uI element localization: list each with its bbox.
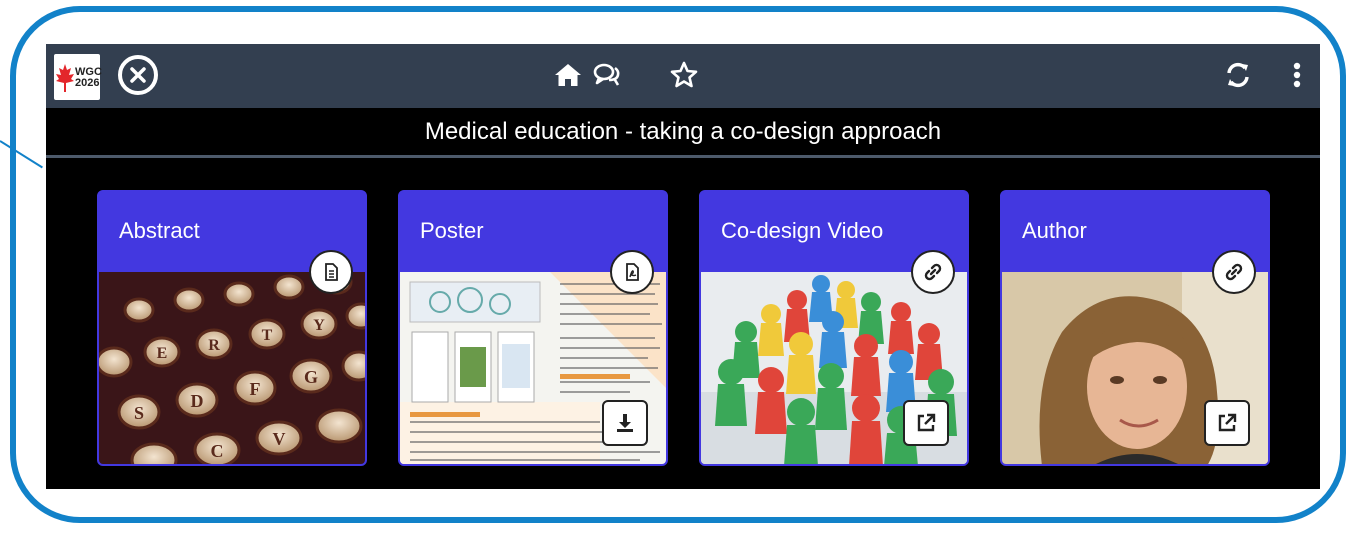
link-badge[interactable] — [911, 250, 955, 294]
download-icon — [617, 414, 633, 432]
card-title: Co-design Video — [721, 218, 884, 243]
pdf-badge[interactable] — [610, 250, 654, 294]
chat-button[interactable] — [592, 60, 622, 90]
external-link-icon — [917, 413, 936, 432]
refresh-button[interactable] — [1223, 60, 1253, 90]
chat-icon — [593, 63, 620, 86]
logo-text-2: 2026 — [75, 77, 100, 89]
home-button[interactable] — [553, 60, 583, 90]
wgc-logo: WGC 2026 — [54, 54, 102, 100]
maple-leaf-icon — [56, 64, 74, 92]
svg-text:F: F — [250, 379, 261, 399]
typewriter-image: E R T Y S D F G C V — [99, 272, 365, 464]
more-options-button[interactable] — [1282, 60, 1312, 90]
card-title: Author — [1022, 218, 1087, 243]
svg-text:E: E — [157, 345, 168, 362]
refresh-icon — [1227, 62, 1249, 88]
open-external-button[interactable] — [1204, 400, 1250, 446]
svg-text:C: C — [211, 441, 224, 461]
svg-text:R: R — [208, 337, 220, 354]
open-external-button[interactable] — [903, 400, 949, 446]
page-title: Medical education - taking a co-design a… — [46, 108, 1320, 158]
card-title: Abstract — [119, 218, 200, 243]
link-icon — [924, 263, 942, 281]
more-vertical-icon — [1293, 62, 1301, 88]
card-codesign-video[interactable]: Co-design Video — [699, 190, 969, 466]
svg-text:T: T — [262, 327, 273, 344]
favorite-button[interactable] — [669, 60, 699, 90]
link-badge[interactable] — [1212, 250, 1256, 294]
svg-text:D: D — [191, 391, 204, 411]
close-button[interactable] — [118, 55, 158, 95]
download-button[interactable] — [602, 400, 648, 446]
card-title: Poster — [420, 218, 484, 243]
svg-text:Y: Y — [313, 317, 325, 334]
document-badge[interactable] — [309, 250, 353, 294]
card-poster[interactable]: Poster — [398, 190, 668, 466]
document-icon — [325, 263, 338, 281]
external-link-icon — [1218, 413, 1237, 432]
svg-text:G: G — [304, 367, 318, 387]
card-author[interactable]: Author — [1000, 190, 1270, 466]
home-icon — [555, 64, 581, 86]
svg-text:S: S — [134, 403, 144, 423]
svg-text:V: V — [273, 429, 286, 449]
top-toolbar: WGC 2026 — [46, 44, 1320, 108]
card-abstract[interactable]: Abstract E R T Y S D F G C V — [97, 190, 367, 466]
app-window: WGC 2026 Medical education - taking a co… — [46, 44, 1320, 489]
star-icon — [670, 61, 698, 88]
pdf-icon — [626, 263, 639, 281]
link-icon — [1225, 263, 1243, 281]
close-icon — [130, 67, 146, 83]
